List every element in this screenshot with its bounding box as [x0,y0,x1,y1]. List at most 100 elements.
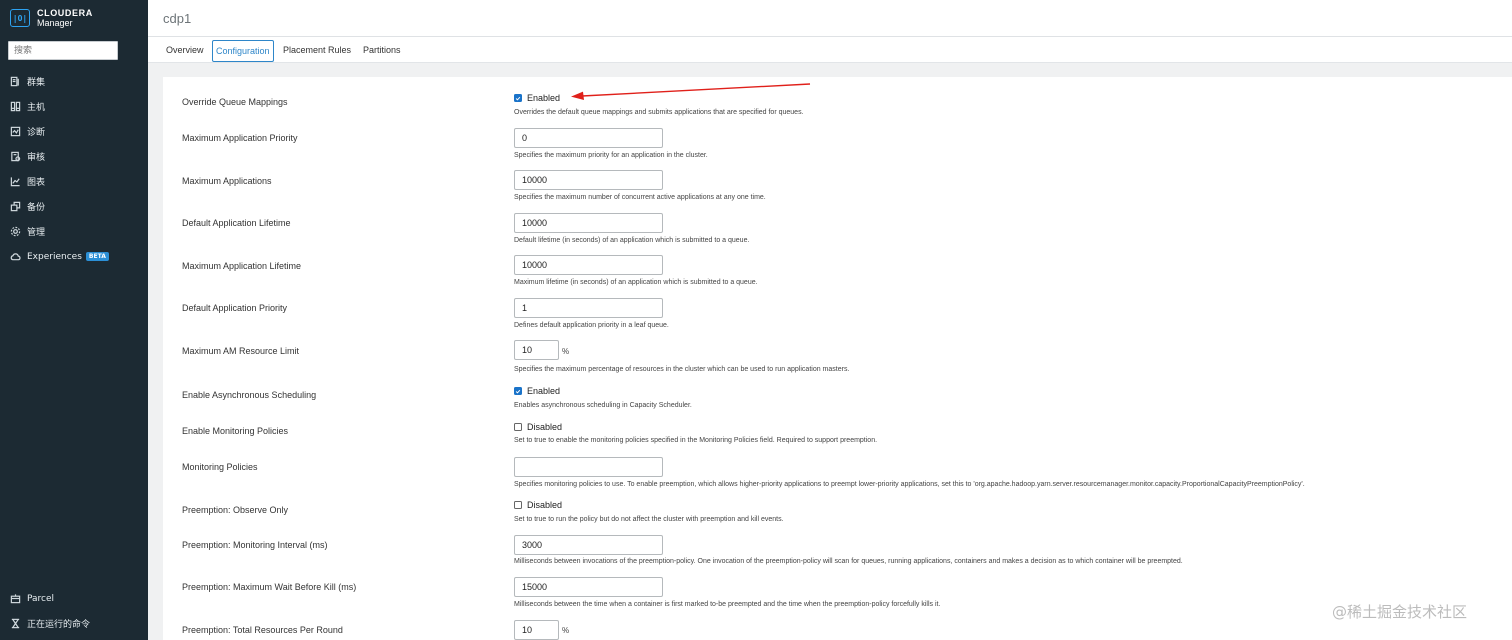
diagnostics-icon [9,126,21,138]
sidebar-item-label: 备份 [27,203,46,213]
cloudera-logo-icon: |O| [10,9,30,27]
max-app-priority-label: Maximum Application Priority [182,133,298,143]
checkbox-state: Disabled [527,422,563,432]
max-apps-input[interactable] [514,170,663,190]
preempt-observe-checkbox[interactable]: Disabled [514,500,562,510]
charts-icon [9,176,21,188]
sidebar-item-charts[interactable]: 图表 [0,169,148,194]
checkbox-unchecked-icon [514,501,522,509]
sidebar-item-label: Experiences [27,251,82,262]
checkbox-state: Disabled [527,500,563,510]
nav-bottom: Parcel 正在运行的命令 [0,586,148,636]
sidebar-item-clusters[interactable]: 群集 [0,69,148,94]
override-queue-mappings-label: Override Queue Mappings [182,97,288,107]
checkbox-checked-icon [514,387,522,395]
default-app-priority-desc: Defines default application priority in … [514,322,669,329]
monitoring-enable-checkbox[interactable]: Disabled [514,422,562,432]
monitoring-enable-desc: Set to true to enable the monitoring pol… [514,437,878,444]
checkbox-state: Enabled [527,93,561,103]
sidebar-item-diagnostics[interactable]: 诊断 [0,119,148,144]
preempt-wait-label: Preemption: Maximum Wait Before Kill (ms… [182,582,357,592]
monitoring-policies-input[interactable] [514,457,663,477]
default-app-priority-input[interactable] [514,298,663,318]
sidebar-item-experiences[interactable]: Experiences BETA [0,244,148,269]
tab-configuration[interactable]: Configuration [212,40,274,62]
checkbox-state: Enabled [527,386,561,396]
search-input[interactable] [8,41,118,60]
tab-placement-rules[interactable]: Placement Rules [280,40,354,62]
checkbox-checked-icon [514,94,522,102]
gear-icon [9,226,21,238]
sidebar: |O| CLOUDERA Manager 群集 主机 诊断 审核 图表 [0,0,148,640]
async-scheduling-label: Enable Asynchronous Scheduling [182,390,317,400]
max-app-lifetime-desc: Maximum lifetime (in seconds) of an appl… [514,279,758,286]
sidebar-item-label: 管理 [27,228,46,238]
max-am-resource-label: Maximum AM Resource Limit [182,346,300,356]
hosts-icon [9,101,21,113]
page-title: cdp1 [163,11,192,26]
sidebar-item-label: 群集 [27,78,46,88]
max-app-priority-input[interactable] [514,128,663,148]
preempt-interval-label: Preemption: Monitoring Interval (ms) [182,540,328,550]
sidebar-item-running-commands[interactable]: 正在运行的命令 [0,611,148,636]
override-queue-mappings-desc: Overrides the default queue mappings and… [514,109,804,116]
sidebar-item-label: 正在运行的命令 [27,620,91,630]
cloud-icon [9,251,21,263]
default-app-priority-label: Default Application Priority [182,303,288,313]
preempt-observe-label: Preemption: Observe Only [182,505,289,515]
hourglass-icon [9,618,21,630]
sidebar-item-parcel[interactable]: Parcel [0,586,148,611]
cluster-icon [9,76,21,88]
override-queue-mappings-checkbox[interactable]: Enabled [514,93,560,103]
preempt-interval-input[interactable] [514,535,663,555]
sidebar-item-label: Parcel [27,593,55,604]
max-am-resource-input[interactable] [514,340,559,360]
percent-unit: % [562,626,570,635]
nav-menu: 群集 主机 诊断 审核 图表 备份 管理 Experiences BETA [0,69,148,269]
monitoring-enable-label: Enable Monitoring Policies [182,426,289,436]
max-app-priority-desc: Specifies the maximum priority for an ap… [514,152,708,159]
backup-icon [9,201,21,213]
top-bar: cdp1 [148,0,1512,37]
percent-unit: % [562,347,570,356]
default-app-lifetime-label: Default Application Lifetime [182,218,291,228]
tab-partitions[interactable]: Partitions [360,40,404,62]
brand[interactable]: |O| CLOUDERA Manager [0,0,148,36]
monitoring-policies-label: Monitoring Policies [182,462,258,472]
async-scheduling-desc: Enables asynchronous scheduling in Capac… [514,402,692,409]
tab-bar: Overview Configuration Placement Rules P… [148,37,1512,63]
preempt-observe-desc: Set to true to run the policy but do not… [514,516,784,523]
max-am-resource-desc: Specifies the maximum percentage of reso… [514,366,850,373]
sidebar-item-hosts[interactable]: 主机 [0,94,148,119]
sidebar-item-backup[interactable]: 备份 [0,194,148,219]
max-apps-label: Maximum Applications [182,176,272,186]
audits-icon [9,151,21,163]
default-app-lifetime-input[interactable] [514,213,663,233]
beta-badge: BETA [85,252,109,261]
preempt-total-input[interactable] [514,620,559,640]
tab-overview[interactable]: Overview [163,40,207,62]
max-apps-desc: Specifies the maximum number of concurre… [514,194,766,201]
sidebar-item-administration[interactable]: 管理 [0,219,148,244]
sidebar-item-label: 审核 [27,153,46,163]
sidebar-item-label: 主机 [27,103,46,113]
preempt-total-label: Preemption: Total Resources Per Round [182,625,343,635]
sidebar-item-audits[interactable]: 审核 [0,144,148,169]
parcel-icon [9,593,21,605]
checkbox-unchecked-icon [514,423,522,431]
brand-name: CLOUDERA [37,8,93,18]
default-app-lifetime-desc: Default lifetime (in seconds) of an appl… [514,237,750,244]
max-app-lifetime-input[interactable] [514,255,663,275]
sidebar-item-label: 图表 [27,178,46,188]
preempt-wait-desc: Milliseconds between the time when a con… [514,601,941,608]
brand-sub: Manager [37,18,73,28]
preempt-interval-desc: Milliseconds between invocations of the … [514,558,1183,565]
monitoring-policies-desc: Specifies monitoring policies to use. To… [514,481,1305,488]
async-scheduling-checkbox[interactable]: Enabled [514,386,560,396]
red-arrow-annotation-icon [571,83,811,100]
config-panel: Override Queue Mappings Enabled Override… [163,77,1512,640]
sidebar-item-label: 诊断 [27,128,46,138]
watermark: @稀土掘金技术社区 [1332,603,1468,621]
max-app-lifetime-label: Maximum Application Lifetime [182,261,302,271]
preempt-wait-input[interactable] [514,577,663,597]
